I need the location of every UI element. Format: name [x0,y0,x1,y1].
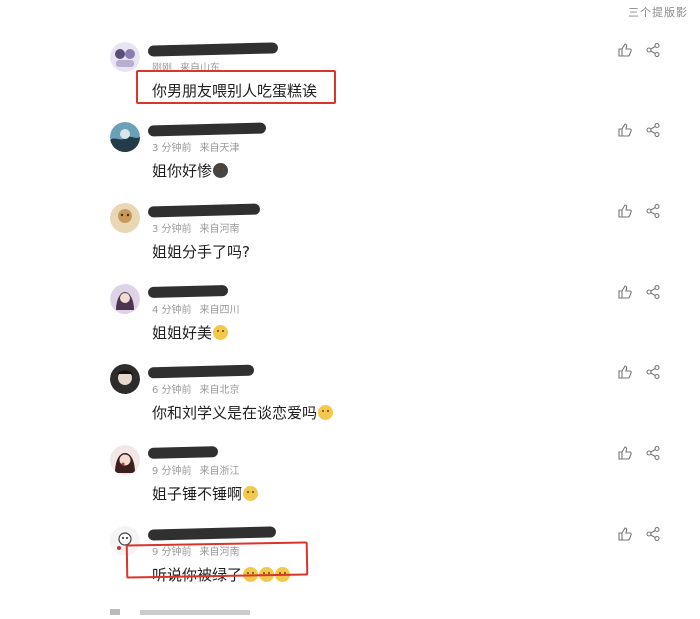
comment-text-content: 姐姐好美 [152,324,213,342]
comment-item: 9 分钟前 来自河南 听说你被绿了 [0,526,700,606]
comment-time: 9 分钟前 [152,466,192,477]
emoji-icon [213,325,229,340]
comment-item: 6 分钟前 来自北京 你和刘学义是在谈恋爱吗 [0,364,700,444]
emoji-icon [318,405,334,420]
comment-time: 3 分钟前 [152,143,192,154]
thumbs-up-icon[interactable] [618,123,632,137]
highlight-box [125,541,309,579]
thumbs-up-icon[interactable] [618,285,632,299]
comment-location: 来自北京 [199,385,240,396]
comment-meta: 3 分钟前 来自天津 [152,139,240,154]
comment-location: 来自四川 [199,305,240,316]
name-redaction [147,122,267,137]
avatar[interactable] [110,445,140,475]
comment-text: 姐姐分手了吗? [152,241,250,262]
comment-item: 3 分钟前 来自河南 姐姐分手了吗? [0,203,700,283]
next-comment-peek [110,600,270,615]
comment-item: 3 分钟前 来自天津 姐你好惨 [0,122,700,202]
comment-meta: 6 分钟前 来自北京 [152,381,240,396]
comment-item: 9 分钟前 来自浙江 姐子锤不锤啊 [0,445,700,525]
comment-text-content: 你和刘学义是在谈恋爱吗 [152,404,318,422]
name-redaction [147,364,255,379]
comment-text: 姐你好惨 [152,160,229,181]
comment-location: 来自天津 [199,143,240,154]
thumbs-up-icon[interactable] [618,365,632,379]
share-icon[interactable] [646,285,660,299]
top-corner-text: 三个提版影 [628,6,688,19]
emoji-icon [213,163,229,178]
avatar[interactable] [110,284,140,314]
comment-location: 来自浙江 [199,466,240,477]
avatar[interactable] [110,122,140,152]
name-redaction [147,446,219,459]
comment-text-content: 姐姐分手了吗? [152,243,250,261]
share-icon[interactable] [646,527,660,541]
comment-text-content: 姐子锤不锤啊 [152,485,243,503]
highlight-box [136,70,336,104]
share-icon[interactable] [646,43,660,57]
name-redaction [147,284,229,299]
emoji-icon [243,486,259,501]
comment-item: 4 分钟前 来自四川 姐姐好美 [0,284,700,364]
thumbs-up-icon[interactable] [618,527,632,541]
comment-text-content: 姐你好惨 [152,162,213,180]
comment-location: 来自河南 [199,224,240,235]
thumbs-up-icon[interactable] [618,204,632,218]
comment-feed: 三个提版影 刚刚 来自山东 你男朋友喂别人吃蛋糕诶 3 分钟前 来自天津 姐你好惨 … [0,0,700,615]
thumbs-up-icon[interactable] [618,43,632,57]
share-icon[interactable] [646,446,660,460]
comment-meta: 9 分钟前 来自浙江 [152,462,240,477]
share-icon[interactable] [646,123,660,137]
comment-text: 你和刘学义是在谈恋爱吗 [152,402,334,423]
comment-item: 刚刚 来自山东 你男朋友喂别人吃蛋糕诶 [0,42,700,122]
comment-time: 4 分钟前 [152,305,192,316]
comment-time: 6 分钟前 [152,385,192,396]
comment-text: 姐子锤不锤啊 [152,483,259,504]
share-icon[interactable] [646,365,660,379]
thumbs-up-icon[interactable] [618,446,632,460]
avatar[interactable] [110,203,140,233]
name-redaction [147,42,279,57]
name-redaction [147,526,277,541]
comment-time: 3 分钟前 [152,224,192,235]
comment-meta: 4 分钟前 来自四川 [152,301,240,316]
name-redaction [147,203,261,218]
avatar[interactable] [110,42,140,72]
comment-meta: 3 分钟前 来自河南 [152,220,240,235]
share-icon[interactable] [646,204,660,218]
comment-text: 姐姐好美 [152,322,229,343]
avatar[interactable] [110,364,140,394]
